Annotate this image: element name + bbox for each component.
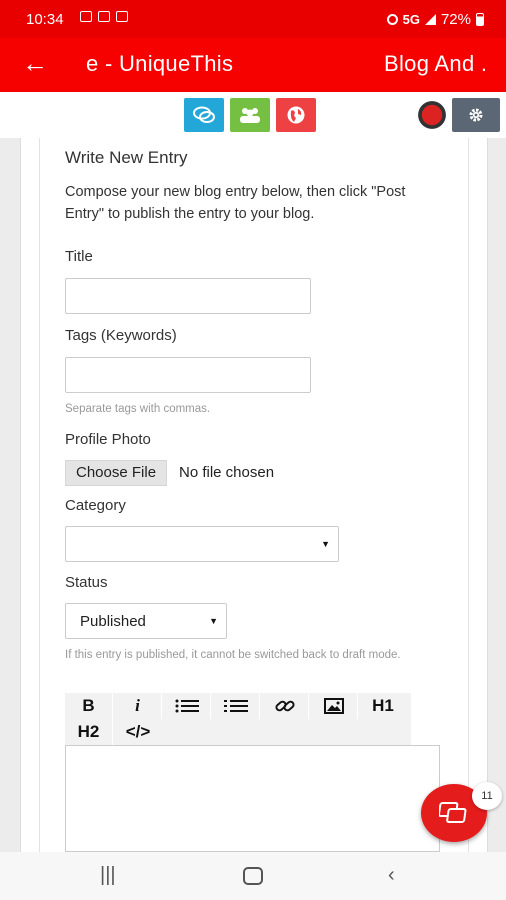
- link-icon: [274, 700, 295, 712]
- image-icon: [323, 698, 344, 714]
- home-icon[interactable]: [243, 867, 263, 885]
- fab-badge-count: 11: [472, 782, 502, 810]
- dropdown-arrow-icon: ▼: [209, 616, 218, 626]
- dropdown-arrow-icon: ▼: [321, 539, 330, 549]
- notification-icon: [80, 11, 92, 22]
- notification-icon: [116, 11, 128, 22]
- status-select[interactable]: Published ▼: [65, 603, 227, 639]
- globe-button[interactable]: [276, 98, 316, 132]
- system-nav-bar: ||| ‹: [0, 852, 506, 900]
- icon-toolbar: [0, 92, 506, 138]
- users-button[interactable]: [230, 98, 270, 132]
- tags-hint: Separate tags with commas.: [65, 403, 211, 415]
- settings-button[interactable]: [452, 98, 500, 132]
- gear-icon: [469, 108, 483, 122]
- recent-apps-icon[interactable]: |||: [100, 864, 116, 887]
- tags-label: Tags (Keywords): [65, 327, 177, 344]
- profile-logo[interactable]: [414, 98, 450, 132]
- back-arrow-icon[interactable]: ←: [22, 50, 48, 76]
- italic-button[interactable]: i: [114, 693, 162, 719]
- numbered-list-button[interactable]: [212, 693, 260, 719]
- title-input[interactable]: [65, 278, 311, 314]
- status-label: Status: [65, 574, 108, 591]
- link-button[interactable]: [261, 693, 309, 719]
- chat-icon: [193, 106, 215, 123]
- editor-toolbar: B i H1 H2 </>: [65, 693, 411, 745]
- signal-icon: [424, 14, 436, 25]
- status-value: Published: [80, 613, 146, 630]
- profile-photo-label: Profile Photo: [65, 431, 151, 448]
- file-status: No file chosen: [179, 464, 275, 481]
- category-select[interactable]: ▼: [65, 526, 339, 562]
- page-title: Write New Entry: [65, 148, 188, 167]
- title-label: Title: [65, 248, 93, 265]
- notification-icons: [80, 11, 128, 22]
- chat-button[interactable]: [184, 98, 224, 132]
- intro-text: Compose your new blog entry below, then …: [65, 184, 406, 222]
- notification-icon: [98, 11, 110, 22]
- back-icon[interactable]: ‹: [388, 864, 395, 887]
- bold-button[interactable]: B: [65, 693, 113, 719]
- bullet-list-button[interactable]: [163, 693, 211, 719]
- choose-file-button[interactable]: Choose File: [65, 460, 168, 486]
- alarm-icon: [386, 14, 398, 25]
- status-bar: 10:34 5G 72%: [0, 0, 506, 38]
- users-icon: [240, 108, 260, 123]
- network-type: 5G: [402, 12, 420, 27]
- status-right: 5G 72%: [386, 11, 484, 28]
- battery-percent: 72%: [440, 11, 471, 28]
- tags-input[interactable]: [65, 357, 311, 393]
- bullet-list-icon: [175, 699, 199, 713]
- category-label: Category: [65, 497, 126, 514]
- image-button[interactable]: [310, 693, 358, 719]
- app-title-scroll: Blog And .: [384, 51, 488, 76]
- code-button[interactable]: </>: [114, 719, 162, 745]
- numbered-list-icon: [223, 700, 248, 712]
- app-bar: ← e - UniqueThis Blog And .: [0, 38, 506, 92]
- battery-icon: [476, 13, 484, 26]
- app-title: e - UniqueThis: [86, 51, 234, 76]
- heading1-button[interactable]: H1: [359, 693, 407, 719]
- editor-body-input[interactable]: [65, 745, 440, 852]
- status-time: 10:34: [26, 11, 64, 28]
- status-hint: If this entry is published, it cannot be…: [65, 649, 401, 661]
- chat-bubbles-icon: [439, 802, 467, 823]
- heading2-button[interactable]: H2: [65, 719, 113, 745]
- globe-icon: [287, 106, 305, 124]
